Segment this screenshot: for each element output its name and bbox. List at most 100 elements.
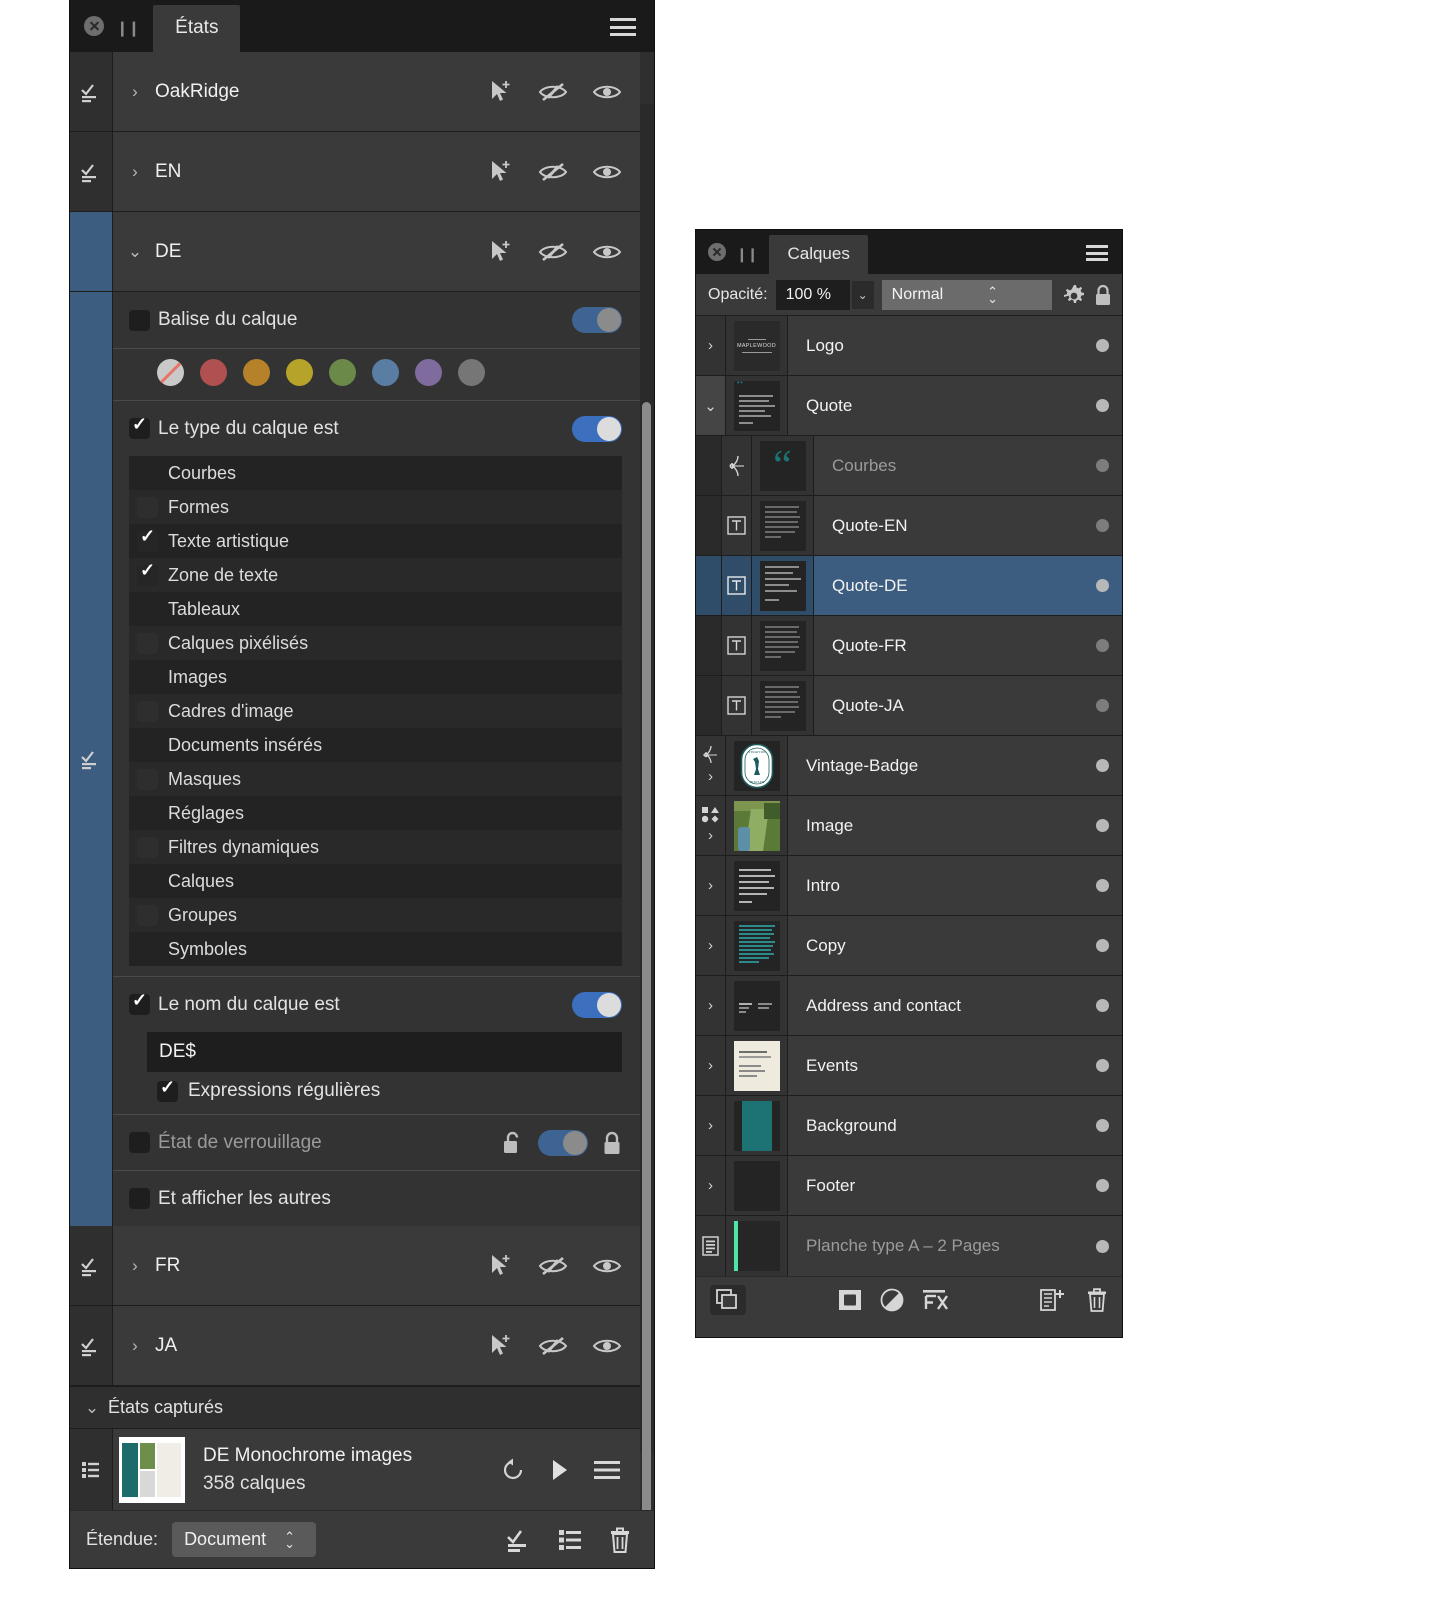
layer-name-input[interactable]: [147, 1032, 622, 1072]
swatch-purple[interactable]: [415, 359, 442, 386]
state-row-oakridge[interactable]: › OakRidge: [70, 52, 640, 132]
layer-row-events[interactable]: › Events: [696, 1036, 1122, 1096]
expand-gutter[interactable]: ›: [696, 976, 726, 1035]
type-option-masques[interactable]: Masques: [129, 762, 622, 796]
toggle-lock-state[interactable]: [538, 1129, 588, 1156]
toggle-layer-tag[interactable]: [572, 307, 622, 333]
layer-visibility-toggle[interactable]: [1082, 436, 1122, 495]
scope-select[interactable]: Document ⌃ ⌄: [172, 1522, 317, 1557]
group-layers-icon[interactable]: [710, 1284, 746, 1315]
expand-gutter[interactable]: ›: [696, 856, 726, 915]
type-option-calques-pixelises[interactable]: Calques pixélisés: [129, 626, 622, 660]
layer-row-address-and-contact[interactable]: › Address and contact: [696, 976, 1122, 1036]
chevron-right-icon[interactable]: ›: [708, 337, 713, 354]
layer-visibility-toggle[interactable]: [1082, 1216, 1122, 1276]
expand-gutter[interactable]: ›: [696, 736, 726, 795]
checkbox-option[interactable]: [137, 667, 158, 688]
layer-visibility-toggle[interactable]: [1082, 496, 1122, 555]
state-row-en[interactable]: › EN: [70, 132, 640, 212]
layer-visibility-toggle[interactable]: [1082, 916, 1122, 975]
grip-icon[interactable]: ❙❙: [736, 247, 758, 261]
state-row-de[interactable]: ⌄ DE: [70, 212, 640, 292]
layer-visibility-toggle[interactable]: [1082, 1156, 1122, 1215]
checkbox-regex[interactable]: [157, 1077, 178, 1102]
chevron-right-icon[interactable]: ›: [127, 162, 143, 182]
layer-visibility-toggle[interactable]: [1082, 856, 1122, 915]
add-state-icon[interactable]: [506, 1528, 532, 1552]
type-option-texte-artistique[interactable]: Texte artistique: [129, 524, 622, 558]
layer-visibility-toggle[interactable]: [1082, 316, 1122, 375]
swatch-blue[interactable]: [372, 359, 399, 386]
checkbox-show-others[interactable]: [129, 1188, 150, 1209]
chevron-right-icon[interactable]: ›: [127, 82, 143, 102]
criterion-layer-name[interactable]: Le nom du calque est: [113, 976, 640, 1032]
cursor-add-icon[interactable]: [488, 1333, 514, 1359]
type-option-symboles[interactable]: Symboles: [129, 932, 622, 966]
layer-row-quote-fr[interactable]: Quote-FR: [696, 616, 1122, 676]
type-option-reglages[interactable]: Réglages: [129, 796, 622, 830]
close-icon[interactable]: [84, 16, 104, 36]
layer-visibility-toggle[interactable]: [1082, 676, 1122, 735]
eye-hidden-icon[interactable]: [538, 161, 568, 183]
eye-visible-icon[interactable]: [592, 241, 622, 263]
checkbox-option[interactable]: [137, 768, 158, 790]
chevron-down-icon[interactable]: ⌄: [704, 397, 717, 415]
cursor-add-icon[interactable]: [488, 159, 514, 185]
eye-visible-icon[interactable]: [592, 81, 622, 103]
checkbox-option[interactable]: [137, 526, 158, 552]
expand-gutter[interactable]: ›: [696, 796, 726, 855]
checkbox-option[interactable]: [137, 939, 158, 960]
eye-visible-icon[interactable]: [592, 1335, 622, 1357]
lock-icon[interactable]: [602, 1131, 622, 1155]
layer-row-background[interactable]: › Background: [696, 1096, 1122, 1156]
criterion-layer-type[interactable]: Le type du calque est: [113, 400, 640, 456]
expand-gutter[interactable]: ›: [696, 1156, 726, 1215]
eye-visible-icon[interactable]: [592, 1255, 622, 1277]
layer-row-image[interactable]: › Image: [696, 796, 1122, 856]
chevron-down-icon[interactable]: ⌄: [851, 280, 874, 309]
expand-gutter[interactable]: ⌄: [696, 376, 726, 435]
layer-row-intro[interactable]: › Intro: [696, 856, 1122, 916]
chevron-right-icon[interactable]: ›: [708, 997, 713, 1014]
captured-states-header[interactable]: ⌄ États capturés: [70, 1386, 640, 1428]
blend-mode-select[interactable]: Normal ⌃ ⌄: [881, 279, 1052, 310]
checkbox-layer-type[interactable]: [129, 414, 150, 439]
cursor-add-icon[interactable]: [488, 79, 514, 105]
layer-row-courbes[interactable]: “ Courbes: [696, 436, 1122, 496]
list-icon[interactable]: [558, 1528, 582, 1552]
trash-icon[interactable]: [608, 1527, 632, 1553]
checkbox-option[interactable]: [137, 496, 158, 518]
chevron-down-icon[interactable]: ⌄: [84, 1398, 100, 1418]
checkbox-layer-tag[interactable]: [129, 309, 150, 331]
layer-visibility-toggle[interactable]: [1082, 736, 1122, 795]
criterion-lock-state[interactable]: État de verrouillage: [113, 1114, 640, 1170]
state-drag-handle[interactable]: [70, 52, 113, 131]
hamburger-menu-icon[interactable]: [594, 1460, 620, 1479]
swatch-none[interactable]: [157, 359, 184, 386]
checkbox-option[interactable]: [137, 463, 158, 484]
swatch-yellow[interactable]: [286, 359, 313, 386]
chevron-right-icon[interactable]: ›: [127, 1336, 143, 1356]
type-option-tableaux[interactable]: Tableaux: [129, 592, 622, 626]
swatch-red[interactable]: [200, 359, 227, 386]
chevron-right-icon[interactable]: ›: [708, 1117, 713, 1134]
checkbox-option[interactable]: [137, 632, 158, 654]
checkbox-option[interactable]: [137, 803, 158, 824]
opacity-input[interactable]: 100 %: [775, 279, 850, 310]
unlock-icon[interactable]: [502, 1131, 524, 1155]
swatch-grey[interactable]: [458, 359, 485, 386]
type-option-documents-inseres[interactable]: Documents insérés: [129, 728, 622, 762]
layer-row-footer[interactable]: › Footer: [696, 1156, 1122, 1216]
tab-calques[interactable]: Calques: [769, 235, 868, 274]
tab-etats[interactable]: États: [153, 5, 241, 52]
fx-icon[interactable]: [922, 1289, 948, 1311]
eye-hidden-icon[interactable]: [538, 81, 568, 103]
play-icon[interactable]: [550, 1458, 570, 1482]
type-option-images[interactable]: Images: [129, 660, 622, 694]
checkbox-option[interactable]: [137, 836, 158, 858]
hamburger-menu-icon[interactable]: [610, 18, 636, 36]
criterion-regex[interactable]: Expressions régulières: [113, 1072, 640, 1114]
captured-state-row[interactable]: DE Monochrome images 358 calques: [70, 1428, 640, 1510]
eye-hidden-icon[interactable]: [538, 1335, 568, 1357]
layer-visibility-toggle[interactable]: [1082, 796, 1122, 855]
